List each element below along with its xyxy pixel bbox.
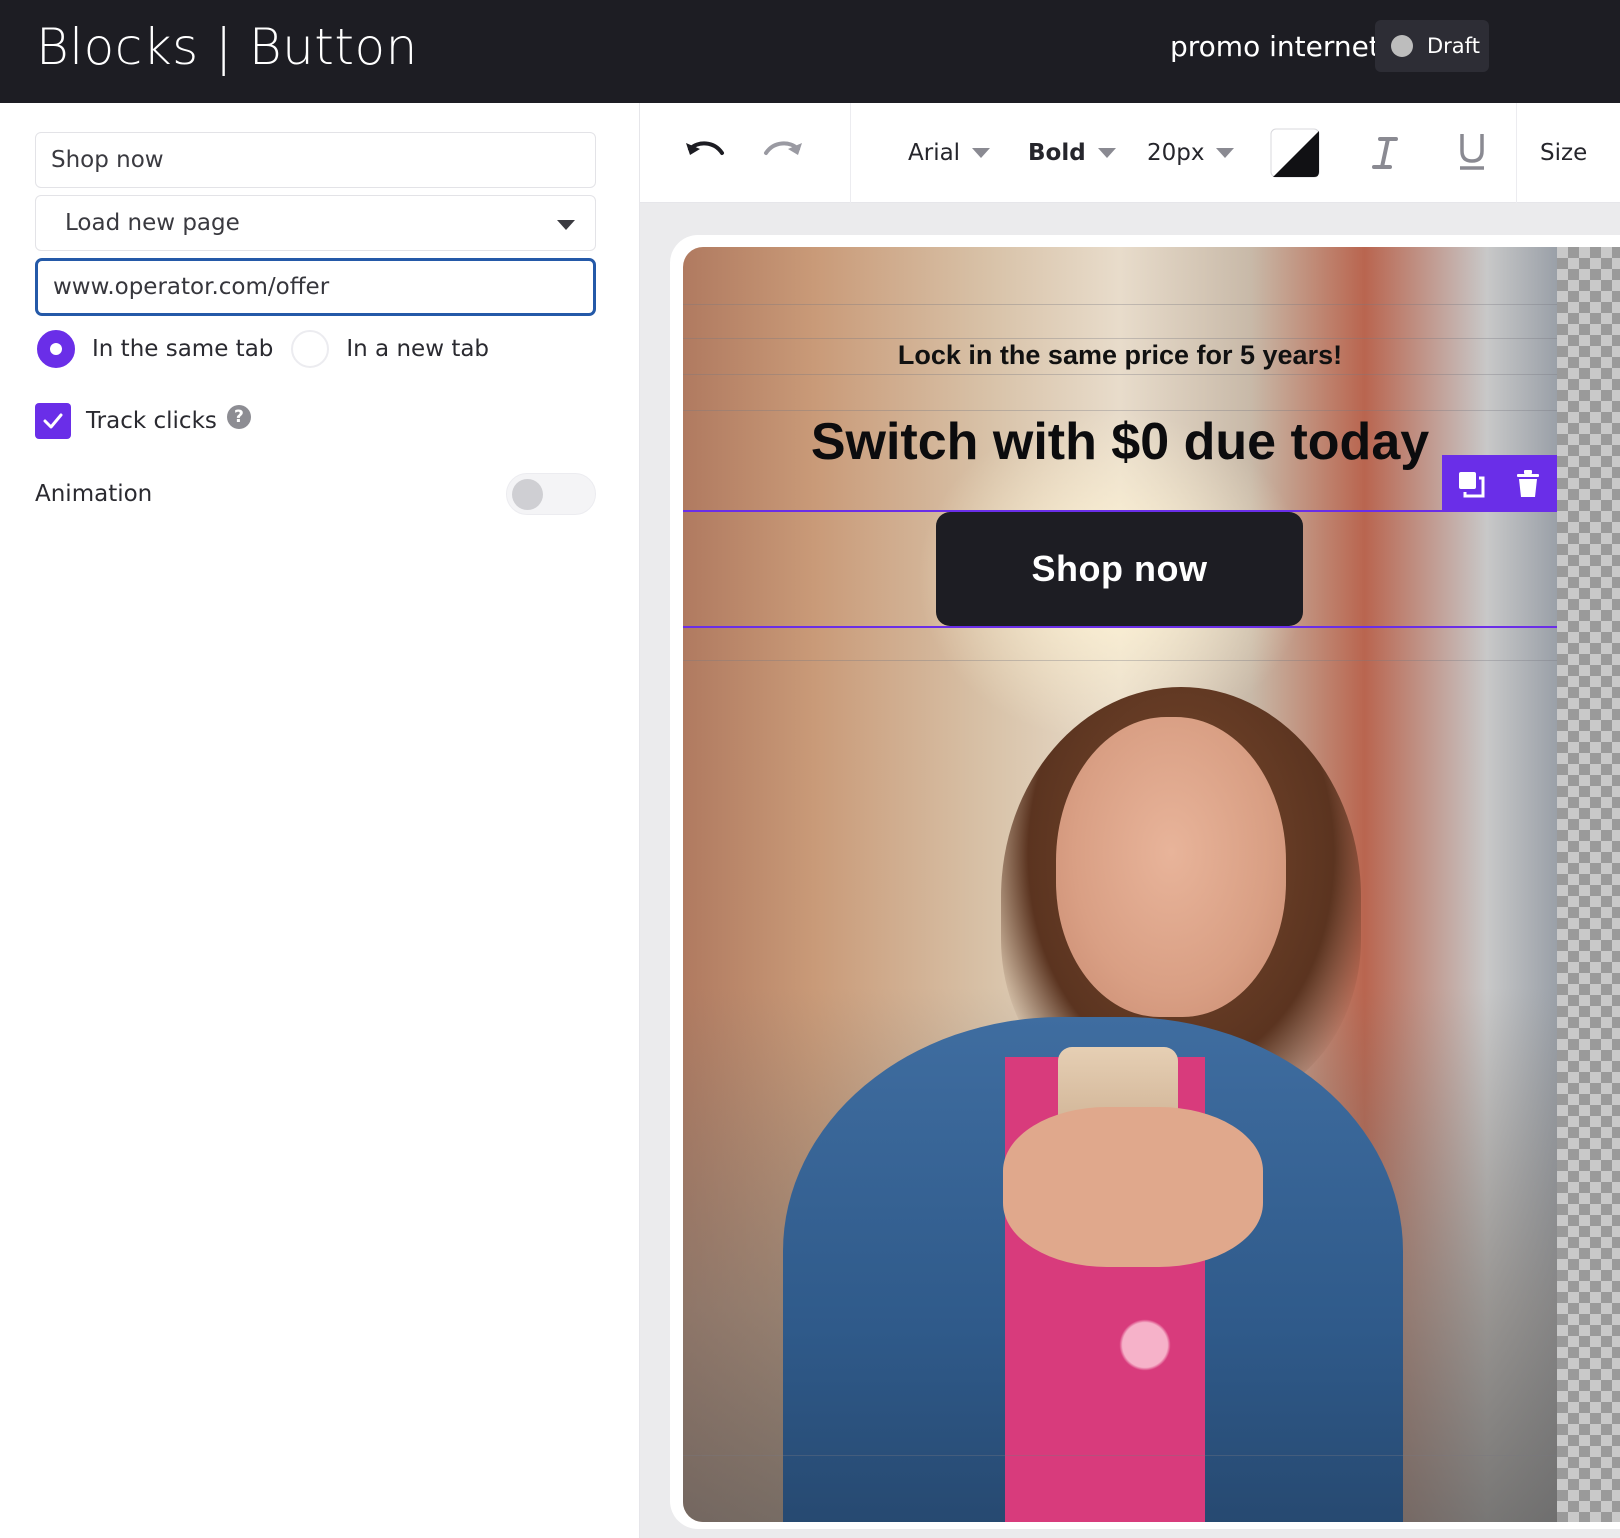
text-color-button[interactable]	[1270, 128, 1320, 178]
headline-text[interactable]: Switch with $0 due today	[683, 412, 1557, 472]
block-actions-toolbar	[1442, 455, 1557, 512]
undo-icon	[686, 141, 724, 155]
redo-icon	[764, 141, 802, 155]
guide-line	[683, 304, 1557, 305]
page-title: Blocks | Button	[36, 18, 418, 76]
url-input[interactable]: www.operator.com/offer	[35, 258, 596, 316]
status-label: Draft	[1427, 34, 1480, 58]
action-select[interactable]: Load new page	[35, 195, 596, 251]
checkmark-icon	[43, 413, 63, 429]
trash-icon	[1517, 469, 1540, 497]
text-color-swatch-icon	[1270, 128, 1320, 178]
project-name[interactable]: promo internet	[1170, 30, 1380, 63]
size-menu-label: Size	[1540, 140, 1588, 166]
font-weight-select[interactable]: Bold	[1028, 131, 1116, 175]
button-text-input[interactable]: Shop now	[35, 132, 596, 188]
subheadline-text[interactable]: Lock in the same price for 5 years!	[683, 340, 1557, 371]
chevron-down-icon	[1216, 148, 1235, 158]
guide-line	[683, 338, 1557, 339]
chevron-down-icon	[557, 220, 575, 230]
button-text-value: Shop now	[51, 147, 164, 173]
status-badge[interactable]: Draft	[1375, 20, 1489, 72]
font-weight-value: Bold	[1028, 140, 1086, 166]
chevron-down-icon	[1097, 148, 1116, 158]
track-clicks-label[interactable]: Track clicks	[86, 408, 217, 434]
guide-line	[683, 410, 1557, 411]
guide-line	[683, 374, 1557, 375]
chevron-down-icon	[972, 148, 991, 158]
font-size-value: 20px	[1147, 140, 1205, 166]
transparent-area	[1557, 247, 1620, 1522]
url-value: www.operator.com/offer	[53, 274, 330, 300]
radio-same-tab-label[interactable]: In the same tab	[92, 336, 273, 362]
guide-line	[683, 660, 1557, 661]
track-clicks-checkbox[interactable]	[35, 403, 71, 439]
undo-button[interactable]	[684, 131, 726, 175]
track-clicks-row: Track clicks ?	[35, 401, 251, 441]
delete-button[interactable]	[1510, 466, 1546, 502]
size-menu[interactable]: Size	[1540, 131, 1587, 175]
italic-button[interactable]	[1370, 131, 1400, 175]
animation-row: Animation	[35, 471, 596, 515]
underline-button[interactable]	[1457, 129, 1487, 173]
underline-icon	[1460, 134, 1484, 170]
radio-new-tab[interactable]	[291, 330, 330, 368]
selection-bottom-border	[683, 626, 1557, 628]
guide-line	[683, 1455, 1557, 1456]
shop-now-button[interactable]: Shop now	[936, 512, 1303, 626]
duplicate-button[interactable]	[1453, 466, 1489, 502]
radio-new-tab-label[interactable]: In a new tab	[346, 336, 489, 362]
animation-label: Animation	[35, 481, 153, 507]
button-settings-panel: Shop now Load new page www.operator.com/…	[0, 103, 640, 1538]
font-family-value: Arial	[908, 140, 961, 166]
help-icon[interactable]: ?	[226, 405, 251, 429]
status-dot-icon	[1391, 35, 1413, 57]
toggle-knob	[512, 479, 543, 510]
redo-button[interactable]	[762, 131, 804, 175]
font-size-select[interactable]: 20px	[1147, 131, 1235, 175]
duplicate-icon	[1458, 471, 1485, 497]
open-target-group: In the same tab In a new tab	[37, 329, 489, 369]
animation-toggle[interactable]	[506, 473, 596, 515]
radio-same-tab[interactable]	[37, 330, 75, 368]
italic-icon	[1372, 137, 1398, 169]
action-select-value: Load new page	[65, 210, 240, 236]
font-family-select[interactable]: Arial	[908, 131, 991, 175]
app-header: Blocks | Button promo internet Draft	[0, 0, 1620, 103]
text-format-toolbar: Arial Bold 20px Size	[640, 103, 1620, 203]
